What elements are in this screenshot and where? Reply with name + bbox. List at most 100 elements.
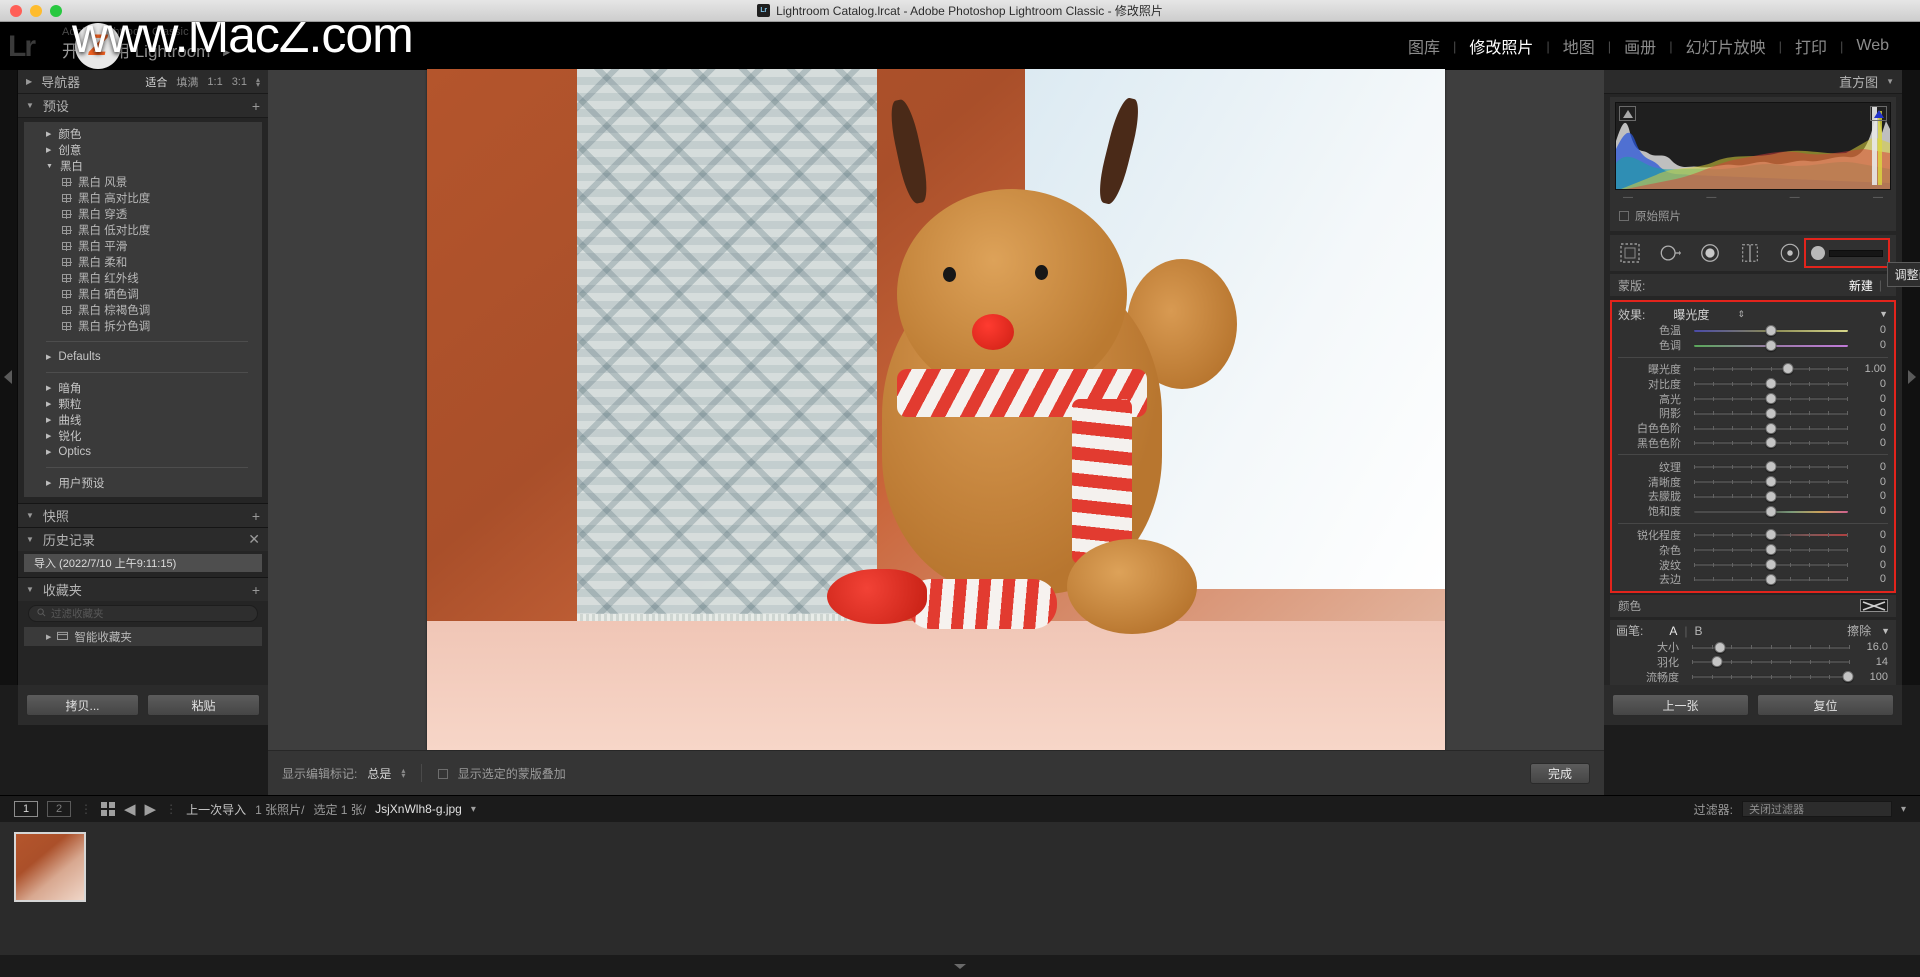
snapshots-header[interactable]: ▼ 快照 +	[18, 503, 268, 527]
slider-row[interactable]: 清晰度 0	[1612, 474, 1894, 489]
list-item[interactable]: 黑白 拆分色调	[24, 318, 262, 334]
reset-button[interactable]: 复位	[1757, 694, 1894, 716]
slider-value[interactable]: 0	[1854, 407, 1890, 419]
list-item[interactable]: 黑白 穿透	[24, 206, 262, 222]
preset-group-curve[interactable]: ▶ 曲线	[24, 412, 262, 428]
slider-row[interactable]: 流畅度 100	[1610, 669, 1896, 684]
slider-value[interactable]: 14	[1856, 656, 1892, 668]
grid-icon[interactable]	[101, 802, 115, 816]
slider-row[interactable]: 去边 0	[1612, 572, 1894, 587]
slider-value[interactable]: 1.00	[1854, 363, 1890, 375]
collections-triangle-icon[interactable]: ▼	[26, 585, 34, 594]
radial-filter-tool-icon[interactable]	[1778, 241, 1802, 265]
presets-add-icon[interactable]: +	[252, 98, 260, 114]
slider-track[interactable]	[1686, 656, 1856, 668]
slider-value[interactable]: 0	[1854, 393, 1890, 405]
slider-track[interactable]	[1688, 544, 1854, 556]
slider-knob[interactable]	[1765, 490, 1777, 502]
preset-group-optics[interactable]: ▶ Optics	[24, 444, 262, 460]
slider-value[interactable]: 0	[1854, 476, 1890, 488]
slider-knob[interactable]	[1765, 559, 1777, 571]
effects-triangle-icon[interactable]: ▼	[1879, 309, 1888, 319]
slider-knob[interactable]	[1765, 378, 1777, 390]
navigator-triangle-icon[interactable]: ▶	[26, 77, 32, 86]
slider-knob[interactable]	[1765, 529, 1777, 541]
collections-add-icon[interactable]: +	[252, 582, 260, 598]
module-picker[interactable]: 图库 | 修改照片 | 地图 | 画册 | 幻灯片放映 | 打印 | Web	[1395, 34, 1902, 58]
navigator-zoom-options[interactable]: 适合 填满 1:1 3:1 ▴ ▾	[145, 74, 260, 90]
minimize-window-button[interactable]	[30, 5, 42, 17]
slider-knob[interactable]	[1765, 324, 1777, 336]
chevron-down-icon[interactable]: ▾	[471, 804, 476, 815]
slider-track[interactable]	[1688, 461, 1854, 473]
slider-track[interactable]	[1686, 671, 1856, 683]
slider-track[interactable]	[1688, 324, 1854, 336]
slider-value[interactable]: 0	[1854, 505, 1890, 517]
list-item[interactable]: 黑白 风景	[24, 174, 262, 190]
slider-row[interactable]: 大小 16.0	[1610, 640, 1896, 655]
slider-track[interactable]	[1688, 505, 1854, 517]
slider-track[interactable]	[1688, 378, 1854, 390]
slider-value[interactable]: 0	[1854, 544, 1890, 556]
slider-knob[interactable]	[1765, 505, 1777, 517]
slider-row[interactable]: 黑色色阶 0	[1612, 436, 1894, 451]
slider-knob[interactable]	[1842, 671, 1853, 683]
slider-row[interactable]: 去朦胧 0	[1612, 489, 1894, 504]
slider-track[interactable]	[1688, 437, 1854, 449]
highlight-clipping-indicator[interactable]	[1870, 106, 1887, 121]
edit-marks-value[interactable]: 总是	[367, 765, 391, 782]
effects-preset-value[interactable]: 曝光度	[1673, 306, 1709, 323]
slider-row[interactable]: 色温 0	[1612, 323, 1894, 338]
slider-knob[interactable]	[1765, 422, 1777, 434]
zoom-3-1[interactable]: 3:1	[232, 76, 247, 88]
presets-header[interactable]: ▼ 预设 +	[18, 94, 268, 118]
brush-a[interactable]: A	[1669, 624, 1677, 638]
chevron-down-icon[interactable]	[954, 963, 966, 969]
slider-track[interactable]	[1688, 339, 1854, 351]
brush-size-bar[interactable]	[1829, 249, 1883, 257]
slider-track[interactable]	[1688, 559, 1854, 571]
history-header[interactable]: ▼ 历史记录 ✕	[18, 527, 268, 551]
slider-track[interactable]	[1688, 422, 1854, 434]
slider-knob[interactable]	[1782, 363, 1794, 375]
filmstrip-collapse-bar[interactable]	[0, 955, 1920, 977]
list-item[interactable]: 黑白 红外线	[24, 270, 262, 286]
slider-track[interactable]	[1688, 476, 1854, 488]
slider-value[interactable]: 0	[1854, 339, 1890, 351]
slider-knob[interactable]	[1765, 393, 1777, 405]
slider-row[interactable]: 白色色阶 0	[1612, 421, 1894, 436]
list-item[interactable]: 黑白 硒色调	[24, 286, 262, 302]
histogram-triangle-icon[interactable]: ▼	[1886, 77, 1894, 86]
slider-value[interactable]: 0	[1854, 490, 1890, 502]
slider-knob[interactable]	[1714, 641, 1726, 653]
slider-knob[interactable]	[1765, 476, 1777, 488]
slider-value[interactable]: 16.0	[1856, 641, 1892, 653]
slider-track[interactable]	[1688, 393, 1854, 405]
filmstrip-thumbnail[interactable]	[14, 832, 86, 902]
slider-track[interactable]	[1688, 573, 1854, 585]
window-controls[interactable]	[10, 5, 62, 17]
previous-button[interactable]: 上一张	[1612, 694, 1749, 716]
preset-group-user[interactable]: ▶ 用户预设	[24, 475, 262, 491]
color-swatch[interactable]	[1860, 599, 1888, 613]
list-item[interactable]: 黑白 柔和	[24, 254, 262, 270]
preset-group-sharpening[interactable]: ▶ 锐化	[24, 428, 262, 444]
left-panel-collapse-strip[interactable]	[0, 70, 18, 685]
screen-2-button[interactable]: 2	[47, 801, 71, 817]
slider-row[interactable]: 阴影 0	[1612, 406, 1894, 421]
checkbox-icon[interactable]	[1619, 211, 1629, 221]
slider-value[interactable]: 0	[1854, 437, 1890, 449]
preset-group-bw[interactable]: ▼ 黑白	[24, 158, 262, 174]
navigator-header[interactable]: ▶ 导航器 适合 填满 1:1 3:1 ▴ ▾	[18, 70, 268, 94]
list-item[interactable]: 黑白 平滑	[24, 238, 262, 254]
left-collapse-arrow-icon[interactable]	[4, 370, 12, 384]
back-arrow-icon[interactable]: ◀	[124, 800, 136, 818]
red-eye-tool-icon[interactable]	[1698, 241, 1722, 265]
preset-group-defaults[interactable]: ▶ Defaults	[24, 349, 262, 365]
snapshots-triangle-icon[interactable]: ▼	[26, 511, 34, 520]
list-item[interactable]: 黑白 低对比度	[24, 222, 262, 238]
slider-knob[interactable]	[1765, 339, 1777, 351]
collections-filter-input[interactable]: 过滤收藏夹	[28, 605, 258, 622]
slider-value[interactable]: 100	[1856, 671, 1892, 683]
slider-row[interactable]: 高光 0	[1612, 391, 1894, 406]
